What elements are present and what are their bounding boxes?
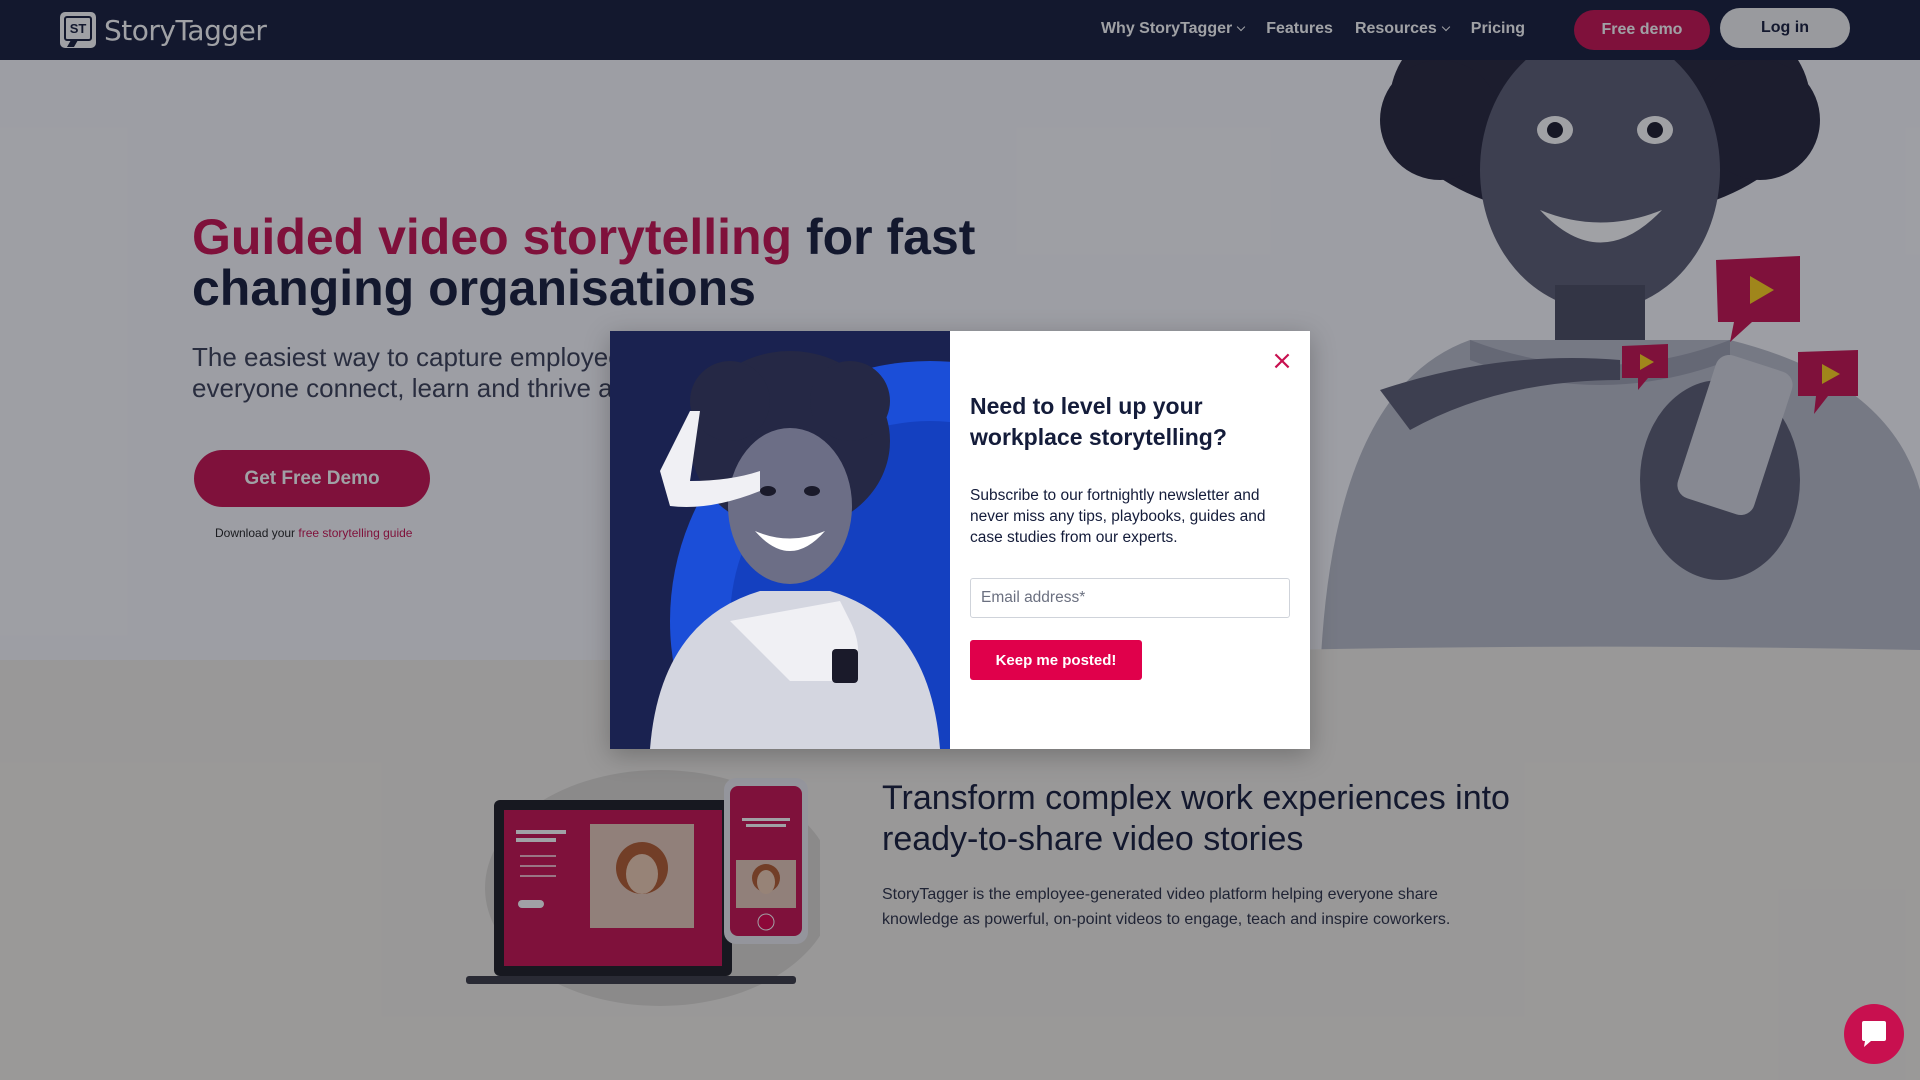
modal-content: × Need to level up your workplace storyt…	[950, 331, 1310, 749]
modal-title: Need to level up your workplace storytel…	[970, 393, 1227, 450]
chat-bubble-icon	[1862, 1021, 1886, 1047]
modal-description: Subscribe to our fortnightly newsletter …	[970, 487, 1266, 546]
keep-me-posted-button[interactable]: Keep me posted!	[970, 640, 1142, 680]
newsletter-modal: × Need to level up your workplace storyt…	[610, 331, 1310, 749]
close-icon[interactable]: ×	[1270, 348, 1294, 374]
chat-widget-button[interactable]	[1844, 1004, 1904, 1064]
email-field[interactable]	[970, 578, 1290, 618]
modal-hero-image	[610, 331, 950, 749]
